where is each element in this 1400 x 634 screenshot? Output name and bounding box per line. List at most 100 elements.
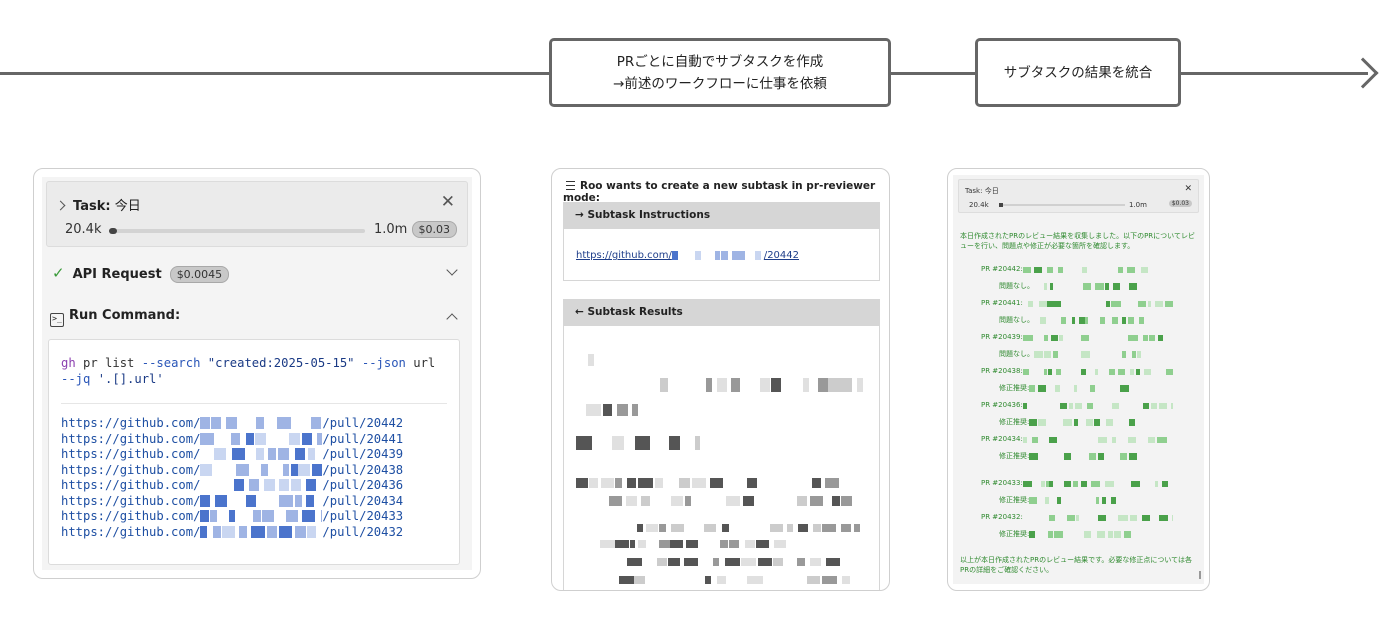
- redacted-pixels: [600, 540, 800, 548]
- mini-cost-badge: $0.03: [1168, 200, 1192, 207]
- panel3-body: Task: 今日 ✕ 20.4k 1.0m $0.03 本日作成されたPRのレビ…: [953, 175, 1204, 584]
- scrollbar[interactable]: [1199, 571, 1201, 579]
- run-command-row[interactable]: >_ Run Command:: [50, 308, 462, 332]
- mini-progress-bar: [999, 203, 1125, 207]
- api-request-label: API Request: [72, 267, 162, 282]
- redacted-pixels: [576, 378, 866, 392]
- task-header[interactable]: Task: 今日 ✕ 20.4k 1.0m $0.03: [46, 181, 468, 247]
- pr-result-item: PR #20436:: [981, 401, 1173, 409]
- redacted-pixels: [200, 448, 322, 460]
- redacted-pixels: [200, 432, 323, 445]
- pr-result-item: PR #20442:: [981, 265, 1173, 273]
- pr-status-label: 修正推奨:: [999, 452, 1030, 460]
- redacted-pixels: [576, 354, 594, 366]
- panel1-body: Task: 今日 ✕ 20.4k 1.0m $0.03 ✓ API Request…: [42, 177, 472, 570]
- redacted-pixels: [200, 417, 322, 429]
- chevron-down-icon[interactable]: [446, 264, 458, 276]
- pr-url-line[interactable]: https://github.com/ /pull/20433: [61, 509, 403, 525]
- redacted-pixels: [1022, 437, 1173, 443]
- task-name: 今日: [114, 199, 141, 214]
- step1-line1: PRごとに自動でサブタスクを作成: [616, 53, 824, 70]
- task-label: Task:: [73, 199, 111, 214]
- pr-number: PR #20436:: [981, 401, 1023, 409]
- cmd-arg-json: url: [405, 356, 436, 370]
- redacted-pixels: [1034, 283, 1144, 290]
- redacted-pixels: [1029, 531, 1139, 538]
- pr-url-line[interactable]: https://github.com/ /pull/20439: [61, 447, 403, 463]
- mini-close-icon[interactable]: ✕: [1184, 184, 1192, 194]
- results-intro: 本日作成されたPRのレビュー結果を収集しました。以下のPRについてレビューを行い…: [960, 232, 1195, 250]
- subtask-link[interactable]: https://github.com/ /20442: [576, 250, 799, 261]
- redacted-pixels: [200, 525, 322, 538]
- pr-url-line[interactable]: https://github.com/ /pull/20442: [61, 416, 403, 432]
- url-prefix: https://github.com/: [61, 431, 201, 446]
- pr-status-label: 問題なし。: [999, 282, 1034, 290]
- redacted-pixels: [1029, 453, 1139, 460]
- pr-number: PR #20433:: [981, 479, 1023, 487]
- step-create-subtasks: PRごとに自動でサブタスクを作成 →前述のワークフローに仕事を依頼: [549, 38, 891, 107]
- redacted-pixels: [582, 496, 852, 506]
- url-suffix: /pull/20438: [322, 462, 404, 477]
- subtask-header: Roo wants to create a new subtask in pr-…: [563, 180, 883, 204]
- url-suffix: /pull/20439: [322, 447, 404, 461]
- redacted-pixels: [1022, 481, 1173, 487]
- redacted-pixels: [600, 576, 850, 584]
- mini-tokens-low: 20.4k: [969, 201, 989, 209]
- pr-url-line[interactable]: https://github.com/ /pull/20434: [61, 494, 403, 510]
- url-list: https://github.com//pull/20442 https://gi…: [61, 416, 403, 540]
- url-prefix: https://github.com/: [61, 493, 201, 508]
- chevron-right-icon[interactable]: [55, 200, 66, 211]
- pr-review-status: 修正推奨:: [999, 417, 1139, 427]
- mini-task-header[interactable]: Task: 今日 ✕ 20.4k 1.0m $0.03: [958, 179, 1199, 213]
- pr-url-line[interactable]: https://github.com/ /pull/20436: [61, 478, 403, 494]
- pr-review-status: 修正推奨:: [999, 383, 1139, 393]
- command-text: gh pr list --search "created:2025-05-15"…: [61, 356, 461, 387]
- task-title[interactable]: Task: 今日: [55, 195, 141, 214]
- mini-task-title: Task: 今日: [965, 187, 999, 195]
- redacted-pixels: [576, 436, 716, 450]
- mini-tokens-high: 1.0m: [1129, 201, 1147, 209]
- url-suffix: /pull/20432: [322, 524, 404, 539]
- pr-url-line[interactable]: https://github.com/ /pull/20438: [61, 463, 403, 479]
- pr-result-item: PR #20438:: [981, 367, 1173, 375]
- pr-status-label: 問題なし。: [999, 350, 1034, 358]
- api-request-row[interactable]: ✓ API Request $0.0045: [52, 264, 462, 288]
- chevron-up-icon[interactable]: [446, 313, 458, 325]
- redacted-pixels: [1022, 403, 1173, 409]
- pr-review-status: 問題なし。: [999, 315, 1144, 325]
- context-progress-fill: [109, 228, 117, 234]
- subtask-header-text: Roo wants to create a new subtask in pr-…: [563, 180, 876, 204]
- url-prefix: https://github.com/: [61, 416, 201, 430]
- list-icon: [563, 181, 575, 191]
- pr-review-status: 問題なし。: [999, 349, 1144, 359]
- merged-results-panel: Task: 今日 ✕ 20.4k 1.0m $0.03 本日作成されたPRのレビ…: [947, 168, 1210, 591]
- url-prefix: https://github.com/: [61, 509, 201, 523]
- redacted-pixels: [1022, 335, 1173, 341]
- url-prefix: https://github.com/: [61, 478, 201, 492]
- step-merge-results: サブタスクの結果を統合: [975, 38, 1181, 107]
- pr-status-label: 修正推奨:: [999, 384, 1030, 392]
- tokens-low: 20.4k: [65, 222, 102, 237]
- url-prefix: https://github.com/: [61, 524, 201, 539]
- redacted-pixels: [1029, 419, 1139, 426]
- redacted-pixels: [576, 404, 646, 416]
- pr-result-item: PR #20434:: [981, 435, 1173, 443]
- pr-status-label: 問題なし。: [999, 316, 1034, 324]
- redacted-pixels: [200, 494, 322, 507]
- pr-result-item: PR #20433:: [981, 479, 1173, 487]
- pr-number: PR #20439:: [981, 333, 1023, 341]
- subtask-results-header[interactable]: ← Subtask Results: [563, 299, 880, 326]
- terminal-icon: >_: [50, 313, 64, 327]
- command-output: gh pr list --search "created:2025-05-15"…: [48, 339, 460, 565]
- redacted-pixels: [1023, 301, 1173, 307]
- flow-arrowhead-icon: [1347, 57, 1379, 89]
- url-suffix: /pull/20434: [322, 493, 404, 508]
- pr-result-item: PR #20441:: [981, 299, 1173, 307]
- subtask-instructions-header[interactable]: → Subtask Instructions: [563, 202, 880, 229]
- pr-url-line[interactable]: https://github.com/ /pull/20441: [61, 432, 403, 448]
- subtask-link-prefix: https://github.com/: [576, 250, 672, 261]
- subtask-instructions-body: https://github.com/ /20442: [563, 229, 880, 281]
- close-icon[interactable]: ✕: [441, 192, 455, 212]
- pr-url-line[interactable]: https://github.com/ /pull/20432: [61, 525, 403, 541]
- tokens-high: 1.0m: [374, 222, 408, 237]
